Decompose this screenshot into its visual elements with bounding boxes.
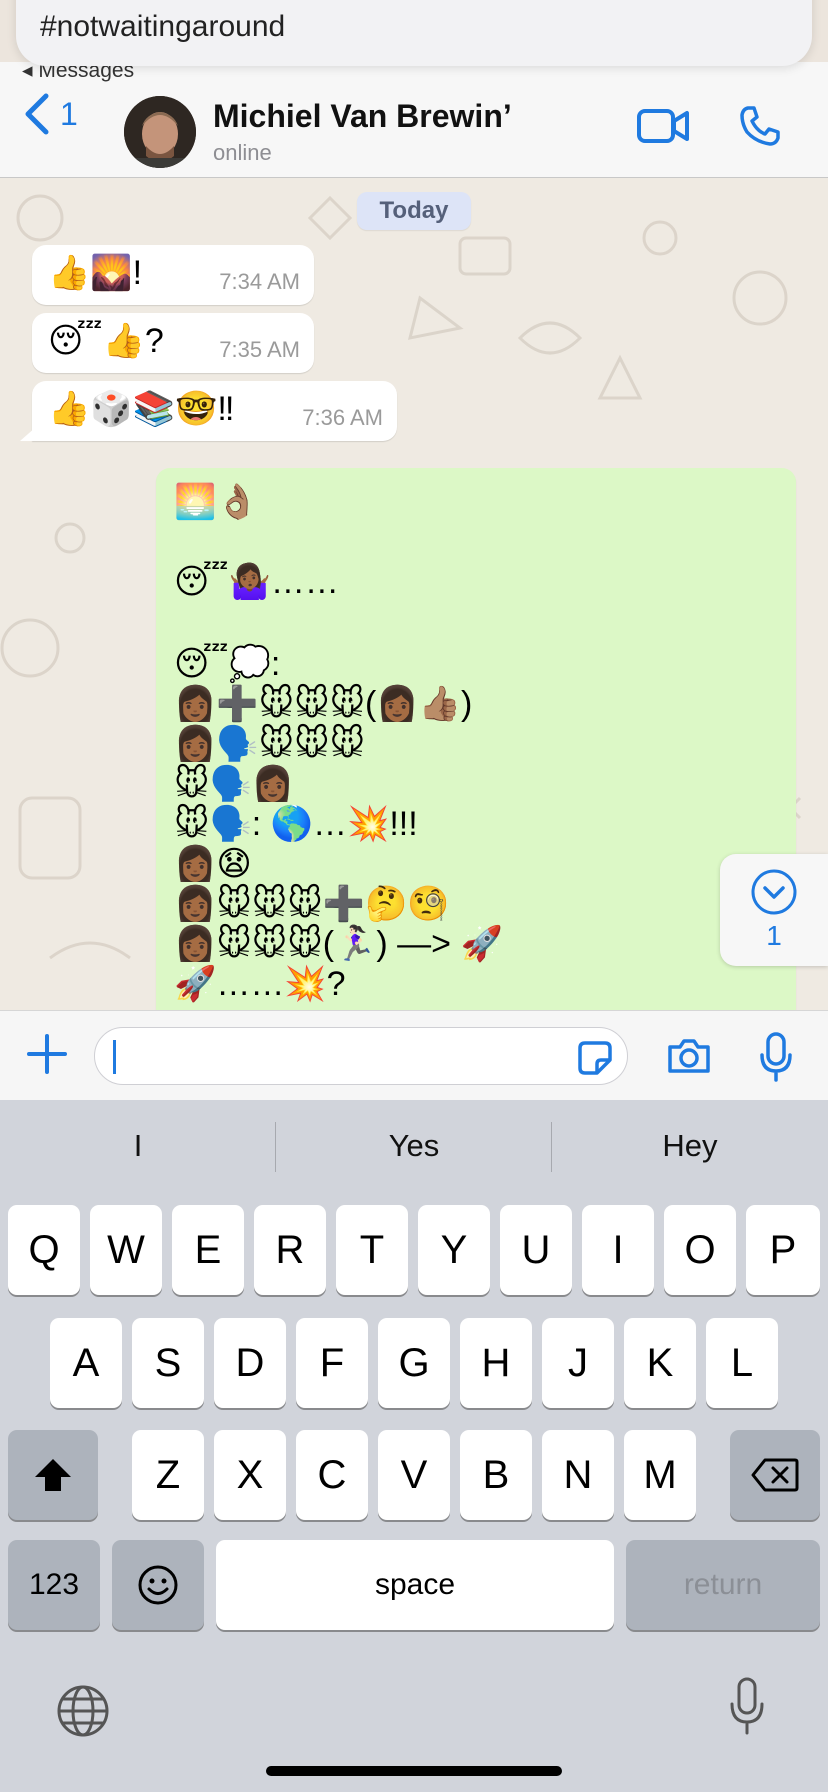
key-x[interactable]: X [214,1430,286,1520]
key-u[interactable]: U [500,1205,572,1295]
message-line: 🐭🗣️: 🌎…💥!!! [174,805,418,843]
key-y[interactable]: Y [418,1205,490,1295]
message-text: 👍🎲📚🤓‼ [48,390,235,428]
key-f[interactable]: F [296,1318,368,1408]
message-line: 👩🏾🐭🐭🐭➕🤔🧐 [174,885,450,923]
dictation-button[interactable] [728,1676,766,1741]
message-time: 7:36 AM [302,405,383,430]
message-line: 🚀……💥? [174,965,346,1003]
message-time: 7:34 AM [219,269,300,294]
voice-message-button[interactable] [758,1031,794,1088]
video-camera-icon [637,109,689,143]
phone-icon [740,106,780,146]
chevron-left-icon [25,93,49,135]
message-line: 👩🏾🐭🐭🐭(🏃🏻‍♀️) —> 🚀 [174,925,503,963]
key-r[interactable]: R [254,1205,326,1295]
contact-status: online [213,140,272,165]
bubble-tail [20,427,36,441]
notification-banner[interactable]: #notwaitingaround [16,0,812,66]
camera-icon [668,1039,710,1073]
plus-icon [27,1034,67,1074]
outgoing-message[interactable]: 🌅👌🏽 😴🤷🏾‍♀️…… 😴💭: 👩🏾➕🐭🐭🐭(👩🏾👍🏽) 👩🏾🗣️🐭🐭🐭 🐭🗣… [156,468,796,1010]
contact-name[interactable]: Michiel Van Brewin’ [213,98,512,135]
video-call-button[interactable] [636,108,690,149]
key-n[interactable]: N [542,1430,614,1520]
message-time: 7:35 AM [219,337,300,362]
key-b[interactable]: B [460,1430,532,1520]
compose-bar [0,1010,828,1100]
emoji-key[interactable] [112,1540,204,1630]
camera-button[interactable] [666,1037,712,1080]
switch-keyboard-button[interactable] [56,1684,110,1743]
key-o[interactable]: O [664,1205,736,1295]
message-line: 😴💭: [174,645,281,683]
message-line: 👩🏾😧 [174,845,252,883]
key-j[interactable]: J [542,1318,614,1408]
key-g[interactable]: G [378,1318,450,1408]
scroll-to-bottom-button[interactable]: 1 [720,854,828,966]
message-input[interactable] [94,1027,628,1085]
incoming-message[interactable]: 👍🎲📚🤓‼ 7:36 AM [20,381,397,441]
key-w[interactable]: W [90,1205,162,1295]
keyboard: I Yes Hey Q W E R T Y U I O P A S D F G … [0,1100,828,1792]
back-button[interactable]: 1 [22,92,78,136]
key-z[interactable]: Z [132,1430,204,1520]
message-list[interactable]: Today 👍🌄! 7:34 AM 😴👍? 7:35 AM 👍🎲📚🤓‼ 7:36… [0,178,828,1010]
key-m[interactable]: M [624,1430,696,1520]
message-text: 👍🌄! [48,254,143,292]
chevron-down-circle-icon [751,869,797,915]
shift-arrow-icon [35,1459,71,1491]
date-separator: Today [357,192,471,230]
microphone-icon [730,1677,764,1735]
voice-call-button[interactable] [738,104,782,153]
key-l[interactable]: L [706,1318,778,1408]
unread-count: 1 [766,920,782,951]
message-text: 😴👍? [48,322,164,360]
avatar-photo [124,96,196,168]
key-p[interactable]: P [746,1205,820,1295]
key-c[interactable]: C [296,1430,368,1520]
incoming-message[interactable]: 👍🌄! 7:34 AM [32,245,314,305]
message-line: 👩🏾🗣️🐭🐭🐭 [174,725,366,763]
message-line: 👩🏾➕🐭🐭🐭(👩🏾👍🏽) [174,685,473,723]
key-a[interactable]: A [50,1318,122,1408]
key-k[interactable]: K [624,1318,696,1408]
numbers-key[interactable]: 123 [8,1540,100,1630]
shift-key[interactable] [8,1430,98,1520]
suggestion-3[interactable]: Hey [552,1118,828,1174]
predictive-suggestions: I Yes Hey [0,1100,828,1192]
incoming-message[interactable]: 😴👍? 7:35 AM [32,313,314,373]
key-h[interactable]: H [460,1318,532,1408]
key-t[interactable]: T [336,1205,408,1295]
key-q[interactable]: Q [8,1205,80,1295]
globe-icon [57,1685,109,1737]
suggestion-2[interactable]: Yes [276,1118,552,1174]
emoji-smiley-icon [138,1565,178,1605]
notification-text: #notwaitingaround [40,10,286,43]
attach-button[interactable] [26,1033,68,1080]
space-key[interactable]: space [216,1540,614,1630]
text-caret [113,1040,116,1074]
back-unread-count: 1 [60,95,78,132]
home-indicator[interactable] [266,1766,562,1776]
sticker-button[interactable] [577,1040,613,1081]
backspace-icon [751,1458,799,1492]
sticker-icon [578,1041,612,1075]
key-s[interactable]: S [132,1318,204,1408]
key-v[interactable]: V [378,1430,450,1520]
microphone-icon [760,1032,792,1082]
message-line: 😴🤷🏾‍♀️…… [174,563,339,601]
message-line: 🌅👌🏽 [174,483,259,521]
message-line: 🐭🗣️👩🏾 [174,765,295,803]
key-i[interactable]: I [582,1205,654,1295]
key-e[interactable]: E [172,1205,244,1295]
suggestion-1[interactable]: I [0,1118,276,1174]
avatar[interactable] [124,96,196,168]
delete-key[interactable] [730,1430,820,1520]
key-d[interactable]: D [214,1318,286,1408]
return-key[interactable]: return [626,1540,820,1630]
